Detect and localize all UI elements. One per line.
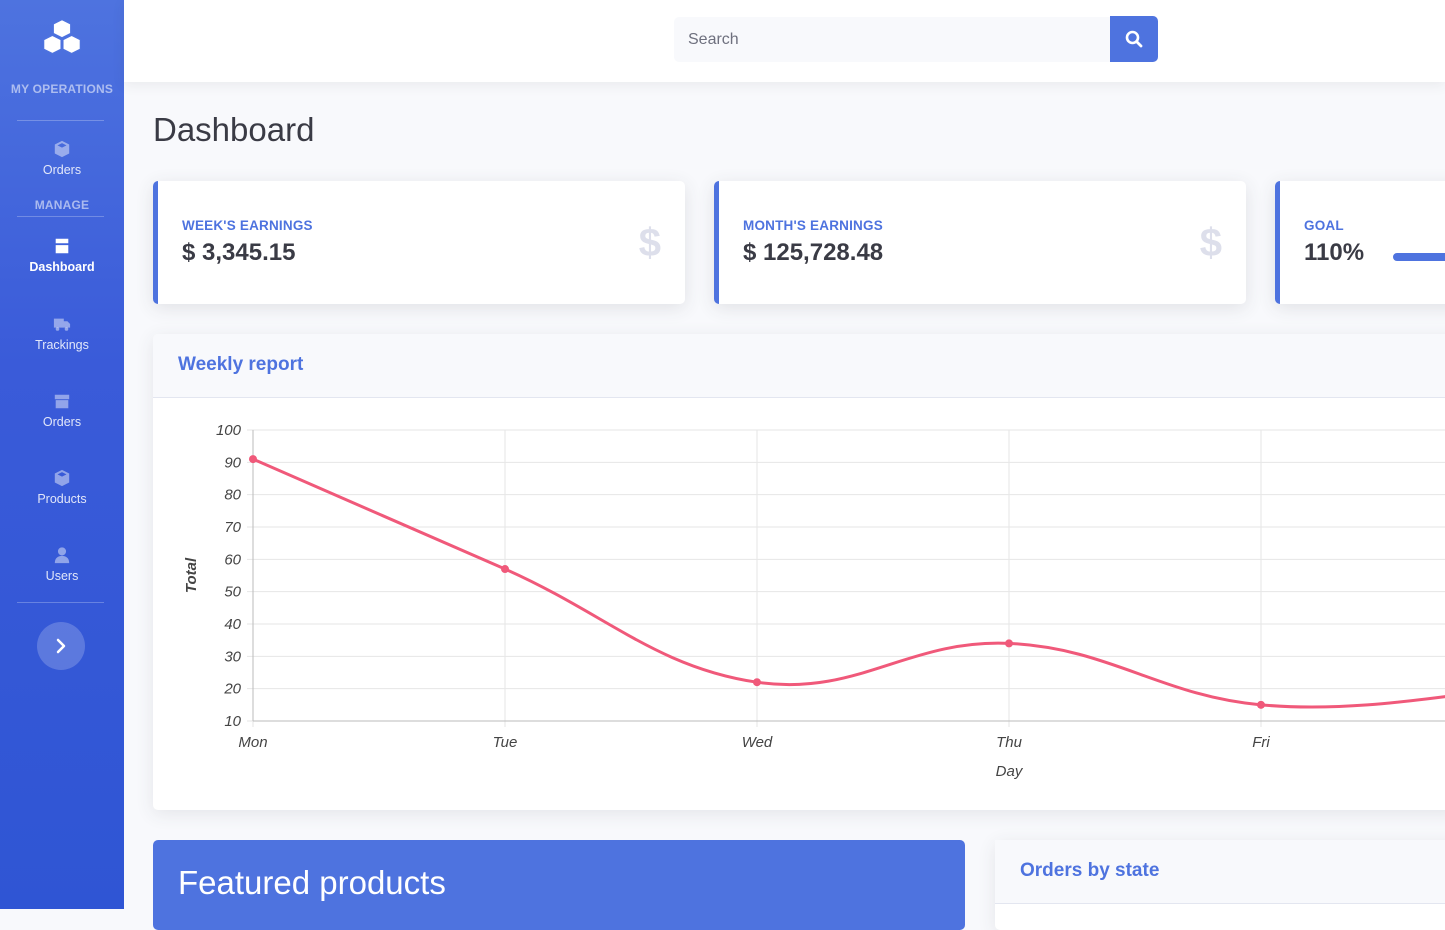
y-tick-label: 40 [224,616,241,633]
x-tick-label: Mon [238,734,267,751]
sidebar-item-users[interactable]: Users [0,546,124,606]
weekly-report-chart: 10 20 30 40 50 60 70 80 90 100 Mon Tue Wed Thu Fri Day T… [183,422,1445,780]
dollar-icon: $ [1199,221,1222,265]
card-header: Orders by state [995,840,1445,904]
y-tick-label: 10 [224,713,241,730]
cube-icon [0,140,124,162]
card-label: Goal [1304,218,1344,233]
sidebar-item-label: Products [37,492,87,506]
card-label: Week's Earnings [182,218,313,233]
sidebar-divider [17,120,104,121]
y-tick-label: 60 [224,551,241,568]
dashboard-icon [0,237,124,259]
search-input[interactable] [674,17,1110,62]
sidebar-item-label: Dashboard [29,260,95,274]
sidebar-item-orders-manage[interactable]: Orders [0,392,124,452]
x-tick-label: Fri [1252,734,1270,751]
sidebar-divider [17,216,104,217]
x-axis-title: Day [996,763,1024,780]
y-tick-label: 30 [224,648,241,665]
x-tick-label: Tue [493,734,518,751]
card-header: Weekly report [153,334,1445,398]
featured-products-card: Featured products [153,840,965,930]
cubes-icon [42,18,82,55]
weekly-report-card: Weekly report 10 20 30 40 50 60 70 80 90 100 Mon Tu… [153,334,1445,810]
box-icon [0,392,124,414]
featured-products-title: Featured products [178,864,446,901]
card-value: $ 3,345.15 [182,239,296,266]
page-title: Dashboard [153,111,315,148]
orders-by-state-title: Orders by state [1020,860,1160,881]
goal-card: Goal 110% [1275,181,1445,304]
y-tick-label: 90 [224,454,241,471]
goal-progress-bar [1393,253,1445,261]
data-point [1005,639,1013,648]
x-tick-label: Thu [996,734,1023,751]
sidebar-item-label: Trackings [35,338,89,352]
y-tick-label: 100 [216,422,242,439]
card-label: Month's Earnings [743,218,883,233]
cube-icon [0,469,124,491]
search-icon [1125,30,1143,48]
brand-logo[interactable] [0,16,124,60]
series-line [252,457,1445,709]
data-point [501,565,509,574]
topbar [124,0,1445,82]
truck-icon [0,315,124,337]
sidebar-item-label: Orders [42,163,82,177]
weekly-report-title: Weekly report [178,354,304,375]
sidebar-item-label: Users [45,569,79,583]
data-point [1257,700,1265,709]
y-axis-title: Total [183,557,200,593]
sidebar: My Operations Orders Manage Dashboard Tr… [0,0,124,909]
sidebar-divider [17,602,104,603]
weeks-earnings-card: Week's Earnings $ 3,345.15 $ [153,181,685,304]
card-value: $ 125,728.48 [743,239,884,266]
sidebar-item-label: Orders [42,415,82,429]
data-point [249,455,257,464]
search-button[interactable] [1110,16,1158,62]
sidebar-heading-manage: Manage [34,198,90,212]
data-point [753,678,761,687]
card-value: 110% [1304,239,1365,266]
user-icon [0,546,124,568]
x-tick-label: Wed [742,734,773,751]
y-tick-label: 20 [223,681,241,698]
sidebar-item-orders[interactable]: Orders [0,140,124,200]
sidebar-item-dashboard[interactable]: Dashboard [0,237,124,297]
chevron-right-icon [56,638,66,654]
dollar-icon: $ [638,221,661,265]
orders-by-state-card: Orders by state [995,840,1445,930]
months-earnings-card: Month's Earnings $ 125,728.48 $ [714,181,1246,304]
sidebar-item-products[interactable]: Products [0,469,124,529]
y-tick-label: 50 [224,584,241,601]
y-tick-label: 80 [224,487,241,504]
sidebar-toggle-button[interactable] [37,622,85,670]
sidebar-heading-my-operations: My Operations [10,82,114,96]
y-tick-label: 70 [224,519,241,536]
sidebar-item-trackings[interactable]: Trackings [0,315,124,375]
